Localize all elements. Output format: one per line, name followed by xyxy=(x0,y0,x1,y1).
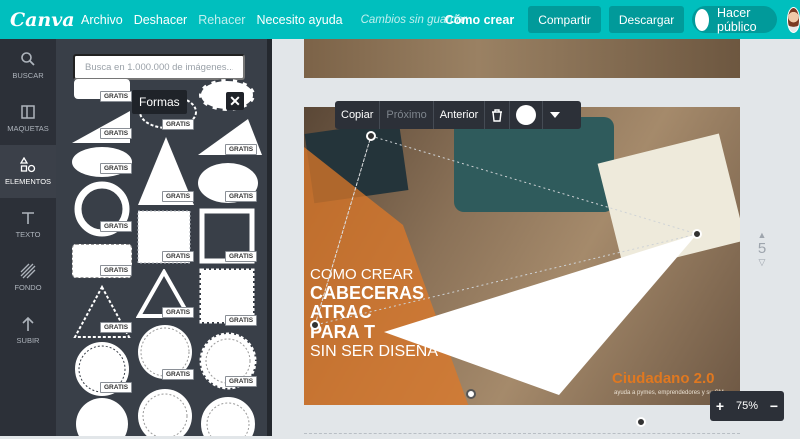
circle-outline-shape[interactable] xyxy=(198,394,258,436)
gratis-badge: GRATIS xyxy=(225,191,258,202)
nav-label: MAQUETAS xyxy=(7,124,49,133)
undo-button[interactable]: Deshacer xyxy=(134,13,188,27)
nav-text[interactable]: TEXTO xyxy=(0,198,56,251)
chevron-down-icon xyxy=(550,112,561,118)
nav-elements[interactable]: ELEMENTOS xyxy=(0,145,56,198)
page-6-preview[interactable] xyxy=(304,433,740,439)
search-icon xyxy=(21,52,35,66)
forward-button[interactable]: Próximo xyxy=(380,101,434,129)
top-bar: Canva Archivo Deshacer Rehacer Necesito … xyxy=(0,0,800,39)
layout-icon xyxy=(21,105,35,119)
element-toolbar: Copiar Próximo Anterior xyxy=(335,101,581,129)
zoom-in-button[interactable]: + xyxy=(716,398,724,414)
page-number-label: 5 xyxy=(757,240,767,257)
selected-triangle-shape[interactable] xyxy=(304,107,740,405)
gratis-badge: GRATIS xyxy=(225,251,258,262)
help-menu[interactable]: Necesito ayuda xyxy=(256,13,342,27)
nav-label: SUBIR xyxy=(16,336,40,345)
gratis-badge: GRATIS xyxy=(162,369,195,380)
left-nav: BUSCAR MAQUETAS ELEMENTOS TEXTO FONDO SU… xyxy=(0,39,56,436)
more-options[interactable] xyxy=(543,101,567,129)
background-icon xyxy=(20,263,36,279)
gratis-badge: GRATIS xyxy=(100,265,133,276)
copy-button[interactable]: Copiar xyxy=(335,101,381,129)
gratis-badge: GRATIS xyxy=(225,376,258,387)
upload-arrow-icon xyxy=(22,316,34,331)
gratis-badge: GRATIS xyxy=(225,144,258,155)
gratis-badge: GRATIS xyxy=(162,191,195,202)
gratis-badge: GRATIS xyxy=(100,322,133,333)
shapes-tooltip: Formas xyxy=(132,90,187,114)
nav-background[interactable]: FONDO xyxy=(0,251,56,304)
nav-layouts[interactable]: MAQUETAS xyxy=(0,92,56,145)
resize-handle[interactable] xyxy=(310,320,320,330)
zoom-control: + 75% − xyxy=(710,391,784,421)
gratis-badge: GRATIS xyxy=(100,163,133,174)
nav-upload[interactable]: SUBIR xyxy=(0,304,56,357)
nav-search[interactable]: BUSCAR xyxy=(0,39,56,92)
gratis-badge: GRATIS xyxy=(100,91,133,102)
close-icon[interactable]: ✕ xyxy=(226,92,244,110)
file-menu[interactable]: Archivo xyxy=(81,13,123,27)
image-search-input[interactable] xyxy=(73,54,245,80)
toggle-knob[interactable] xyxy=(695,8,710,31)
gratis-badge: GRATIS xyxy=(162,307,195,318)
rotate-handle[interactable] xyxy=(366,131,376,141)
save-status: Cambios sin guardar xyxy=(360,13,467,26)
delete-button[interactable] xyxy=(485,101,511,129)
publish-label: Hacer público xyxy=(717,5,757,34)
download-button[interactable]: Descargar xyxy=(608,6,685,33)
gratis-badge: GRATIS xyxy=(100,128,133,139)
rotate-icon[interactable] xyxy=(466,389,476,399)
redo-button[interactable]: Rehacer xyxy=(198,13,245,27)
text-icon xyxy=(22,212,34,224)
zoom-level: 75% xyxy=(735,400,758,412)
trash-icon xyxy=(492,108,503,122)
resize-handle[interactable] xyxy=(692,229,702,239)
circle-outline-shape[interactable] xyxy=(136,387,194,436)
nav-label: BUSCAR xyxy=(12,71,44,80)
nav-label: TEXTO xyxy=(15,230,41,239)
nav-label: FONDO xyxy=(14,283,42,292)
nav-label: ELEMENTOS xyxy=(4,177,52,186)
gratis-badge: GRATIS xyxy=(100,221,133,232)
shapes-panel: GRATIS GRATIS GRATIS GRATIS GRATIS GRATI… xyxy=(56,39,267,436)
page-down-icon[interactable]: ▽ xyxy=(756,257,768,268)
page-number: ▲ 5 ▽ xyxy=(756,230,768,268)
color-picker[interactable] xyxy=(510,101,544,129)
gratis-badge: GRATIS xyxy=(162,119,195,130)
back-button[interactable]: Anterior xyxy=(434,101,486,129)
canva-logo[interactable]: Canva xyxy=(10,9,75,31)
gratis-badge: GRATIS xyxy=(100,382,133,393)
gratis-badge: GRATIS xyxy=(162,251,195,262)
zoom-out-button[interactable]: − xyxy=(770,398,778,414)
shapes-icon xyxy=(20,157,36,173)
gratis-badge: GRATIS xyxy=(225,315,258,326)
share-button[interactable]: Compartir xyxy=(528,6,601,33)
circle-outline-shape[interactable] xyxy=(72,394,132,436)
resize-handle[interactable] xyxy=(636,417,646,427)
avatar[interactable] xyxy=(786,6,800,33)
page-4-preview[interactable] xyxy=(304,39,740,78)
publish-toggle[interactable]: Hacer público xyxy=(692,5,777,34)
page-up-icon[interactable]: ▲ xyxy=(756,230,768,240)
color-swatch[interactable] xyxy=(516,105,537,125)
